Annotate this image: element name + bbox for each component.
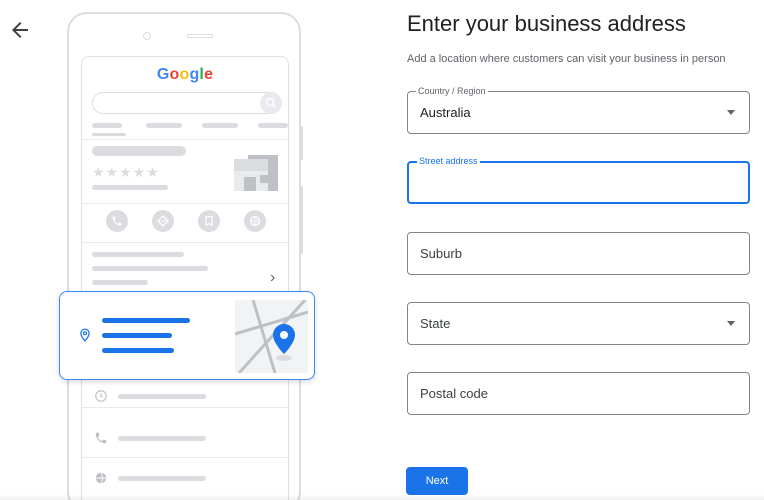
mock-tab-bar bbox=[92, 123, 122, 128]
google-logo: Google bbox=[156, 66, 214, 83]
country-region-select[interactable]: Country / Region Australia bbox=[407, 86, 750, 134]
street-address-input[interactable] bbox=[419, 173, 739, 193]
street-address-field[interactable]: Street address bbox=[407, 156, 750, 204]
divider bbox=[82, 203, 288, 204]
back-arrow-icon[interactable] bbox=[8, 18, 32, 42]
street-address-label: Street address bbox=[417, 156, 480, 167]
dropdown-arrow-icon bbox=[727, 110, 735, 115]
globe-icon bbox=[95, 472, 107, 484]
bottom-bar-shadow bbox=[0, 494, 764, 500]
phone-speaker bbox=[187, 34, 213, 38]
country-region-label: Country / Region bbox=[416, 86, 488, 97]
next-button[interactable]: Next bbox=[406, 467, 468, 495]
page-subtitle: Add a location where customers can visit… bbox=[407, 53, 726, 65]
storefront-icon bbox=[234, 155, 278, 191]
clock-icon bbox=[95, 390, 107, 402]
mock-search-bar bbox=[92, 92, 282, 114]
mock-detail-line bbox=[118, 436, 206, 441]
dropdown-arrow-icon bbox=[727, 321, 735, 326]
mock-detail-line bbox=[92, 185, 168, 190]
phone-icon bbox=[106, 210, 128, 232]
divider bbox=[82, 139, 288, 140]
chevron-right-icon: › bbox=[270, 269, 276, 286]
map-thumbnail bbox=[235, 300, 308, 373]
mock-detail-line bbox=[92, 280, 148, 285]
address-line bbox=[102, 348, 174, 353]
mock-tab-underline bbox=[92, 133, 126, 136]
directions-icon bbox=[152, 210, 174, 232]
suburb-field[interactable]: Suburb bbox=[407, 232, 750, 275]
phone-side-button bbox=[299, 126, 303, 160]
mock-rating-stars: ★★★★★ bbox=[92, 164, 160, 180]
bookmark-icon bbox=[198, 210, 220, 232]
mock-search-icon bbox=[260, 92, 282, 114]
divider bbox=[82, 242, 288, 243]
location-pin-icon bbox=[80, 328, 90, 342]
phone-camera bbox=[143, 32, 151, 40]
mock-business-name bbox=[92, 146, 186, 156]
state-select[interactable]: State bbox=[407, 302, 750, 345]
phone-illustration: Google ★★★★★ › bbox=[67, 12, 303, 500]
page-title: Enter your business address bbox=[407, 11, 686, 36]
phone-screen: Google ★★★★★ › bbox=[81, 56, 289, 500]
globe-icon bbox=[244, 210, 266, 232]
mock-detail-line bbox=[118, 476, 206, 481]
mock-detail-line bbox=[92, 266, 208, 271]
state-placeholder: State bbox=[420, 316, 451, 331]
address-line bbox=[102, 333, 172, 338]
mock-tab-bar bbox=[202, 123, 238, 128]
location-card bbox=[59, 291, 315, 380]
mock-detail-line bbox=[118, 394, 206, 399]
suburb-placeholder: Suburb bbox=[420, 246, 462, 261]
address-line bbox=[102, 318, 190, 323]
divider bbox=[82, 407, 288, 408]
mock-detail-line bbox=[92, 252, 184, 257]
mock-tab-bar bbox=[258, 123, 288, 128]
postal-code-field[interactable]: Postal code bbox=[407, 372, 750, 415]
phone-icon bbox=[95, 432, 107, 444]
mock-tab-bar bbox=[146, 123, 182, 128]
postal-code-placeholder: Postal code bbox=[420, 386, 488, 401]
country-region-value: Australia bbox=[420, 105, 471, 120]
divider bbox=[82, 457, 288, 458]
phone-side-button bbox=[299, 186, 303, 254]
